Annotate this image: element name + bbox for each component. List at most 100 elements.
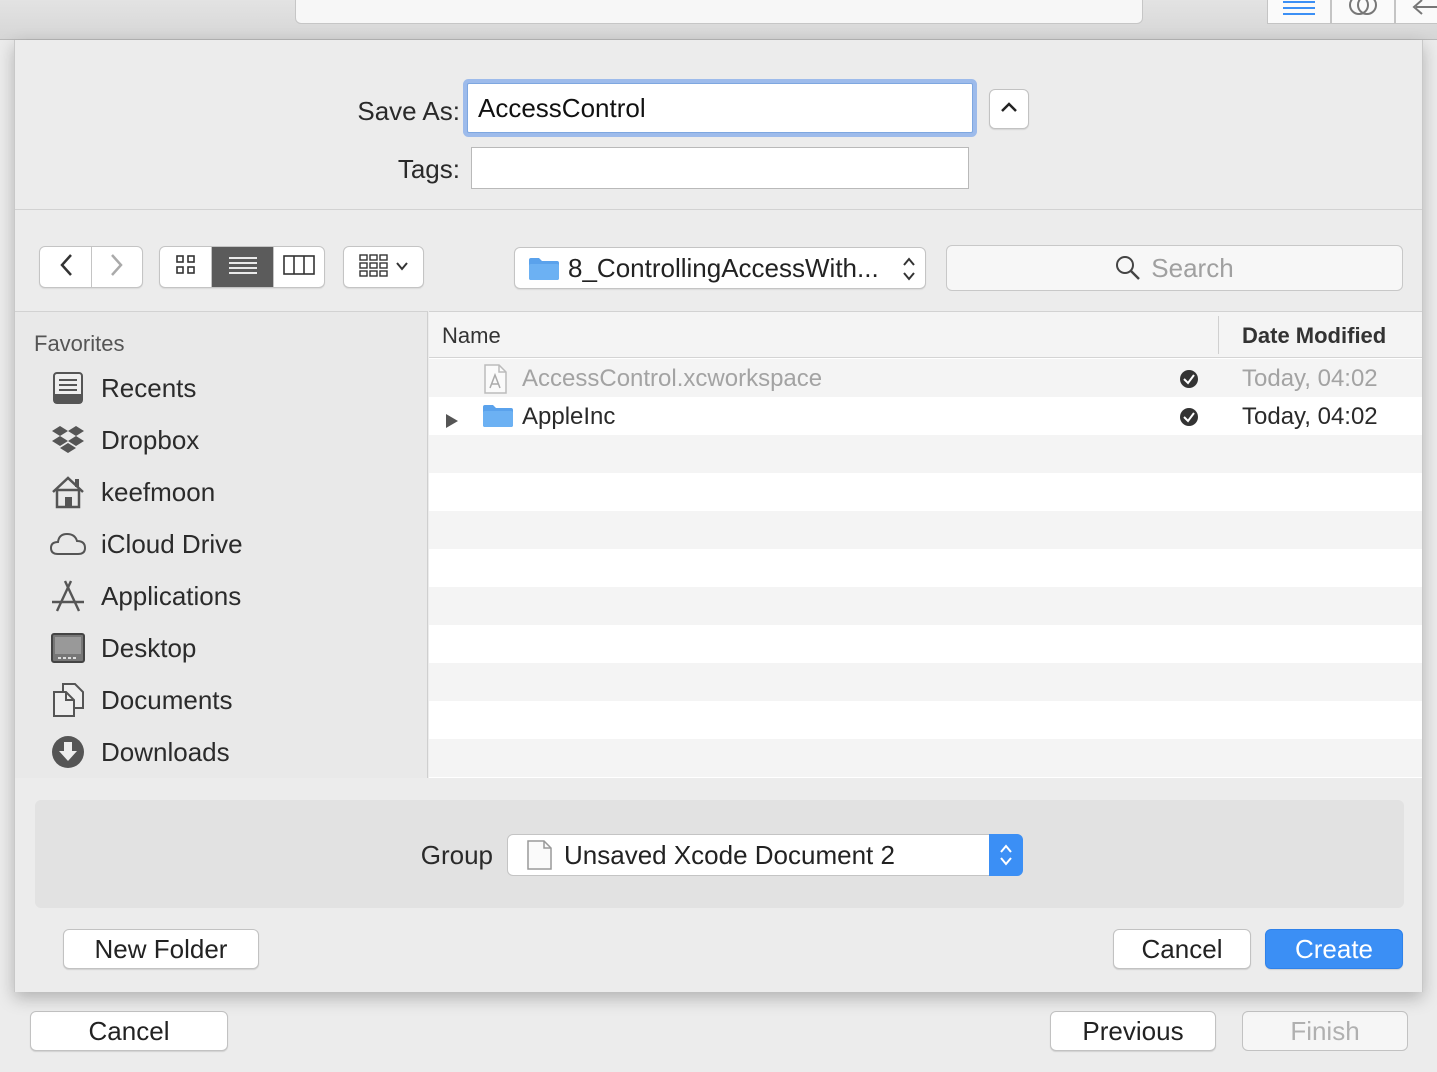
dropbox-icon (49, 421, 87, 459)
chevron-left-icon (59, 253, 73, 282)
sidebar-item-label: Applications (101, 580, 242, 611)
file-list: Name Date Modified AccessControl.xcworks… (429, 311, 1422, 778)
assistant-editor-icon (1345, 0, 1381, 23)
version-editor-button[interactable] (1395, 0, 1437, 24)
recents-icon (49, 369, 87, 407)
tags-label: Tags: (397, 154, 460, 184)
table-row[interactable]: AccessControl.xcworkspace Today, 04:02 (429, 359, 1422, 397)
sidebar-item-label: Desktop (101, 632, 197, 663)
background-window-toolbar (0, 0, 1437, 40)
forward-button[interactable] (92, 247, 142, 287)
cloud-icon (49, 525, 87, 563)
wizard-previous-button[interactable]: Previous (1050, 1011, 1216, 1051)
wizard-finish-button[interactable]: Finish (1242, 1011, 1408, 1051)
sidebar-item-keefmoon[interactable]: keefmoon (49, 472, 409, 512)
new-folder-button[interactable]: New Folder (63, 929, 259, 969)
folder-icon (482, 402, 514, 435)
chevron-up-icon (1000, 100, 1018, 118)
cancel-button[interactable]: Cancel (1113, 929, 1251, 969)
sidebar-heading: Favorites (34, 331, 125, 356)
row-stripe (429, 587, 1422, 625)
sidebar-item-label: Documents (101, 684, 233, 715)
file-name: AppleInc (522, 403, 616, 430)
accessory-panel: Group Unsaved Xcode Document 2 (35, 800, 1404, 908)
location-popup[interactable]: 8_ControllingAccessWith... (514, 247, 926, 289)
desktop-icon (49, 629, 87, 667)
disclosure-triangle-icon[interactable] (445, 408, 459, 436)
downloads-icon (49, 733, 87, 771)
name-column-header[interactable]: Name (442, 323, 501, 349)
tags-field[interactable] (471, 147, 969, 189)
group-label: Group (420, 840, 493, 870)
date-modified-column-header[interactable]: Date Modified (1242, 323, 1386, 349)
list-view-button[interactable] (212, 247, 274, 287)
up-down-arrows-icon (901, 256, 917, 289)
icon-view-button[interactable] (160, 247, 212, 287)
assistant-editor-button[interactable] (1331, 0, 1395, 24)
sidebar-item-applications[interactable]: Applications (49, 576, 409, 616)
arrow-left-icon (1410, 0, 1437, 23)
search-icon (1115, 255, 1141, 281)
sidebar-item-downloads[interactable]: Downloads (49, 732, 409, 772)
search-field[interactable]: Search (946, 245, 1403, 291)
home-icon (49, 473, 87, 511)
standard-editor-button[interactable] (1267, 0, 1331, 24)
group-value: Unsaved Xcode Document 2 (564, 839, 895, 870)
row-stripe (429, 435, 1422, 473)
file-date: Today, 04:02 (1242, 403, 1378, 430)
wizard-footer: Cancel Previous Finish (0, 992, 1437, 1072)
up-down-arrows-icon (989, 834, 1023, 876)
background-activity-field (295, 0, 1143, 24)
documents-icon (49, 681, 87, 719)
navigation-segment (39, 246, 143, 288)
row-stripe (429, 663, 1422, 701)
view-mode-segment (159, 246, 325, 288)
row-stripe (429, 739, 1422, 777)
sidebar: Favorites Recents Dropbox keefmoon iClou… (15, 311, 428, 778)
wizard-cancel-button[interactable]: Cancel (30, 1011, 228, 1051)
sidebar-item-label: Recents (101, 372, 197, 403)
column-view-button[interactable] (274, 247, 324, 287)
document-icon (524, 839, 554, 871)
sidebar-item-label: Downloads (101, 736, 230, 767)
chevron-down-icon (395, 258, 409, 276)
file-date: Today, 04:02 (1242, 365, 1378, 392)
columns-icon (283, 254, 315, 280)
save-sheet: Save As: AccessControl Tags: 8_Controlli… (14, 40, 1423, 992)
chevron-right-icon (110, 253, 124, 282)
checkmark-icon (1179, 406, 1199, 434)
back-button[interactable] (40, 247, 92, 287)
create-button[interactable]: Create (1265, 929, 1403, 969)
sidebar-item-label: keefmoon (101, 476, 216, 507)
file-list-header: Name Date Modified (429, 312, 1422, 358)
arrange-grid-icon (358, 253, 389, 282)
save-as-label: Save As: (357, 96, 460, 126)
table-row[interactable]: AppleInc Today, 04:02 (429, 397, 1422, 435)
xcworkspace-file-icon (482, 364, 508, 401)
standard-editor-icon (1281, 0, 1317, 21)
save-as-value: AccessControl (478, 92, 646, 123)
folder-icon (528, 255, 560, 281)
list-icon (228, 255, 258, 280)
sidebar-item-dropbox[interactable]: Dropbox (49, 420, 409, 460)
location-label: 8_ControllingAccessWith... (568, 252, 879, 283)
group-popup[interactable]: Unsaved Xcode Document 2 (507, 834, 1023, 876)
file-name: AccessControl.xcworkspace (522, 365, 823, 392)
collapse-sheet-button[interactable] (989, 89, 1029, 129)
sidebar-item-label: Dropbox (101, 424, 200, 455)
sidebar-item-icloud-drive[interactable]: iCloud Drive (49, 524, 409, 564)
row-stripe (429, 511, 1422, 549)
sidebar-item-label: iCloud Drive (101, 528, 243, 559)
save-as-field[interactable]: AccessControl (467, 83, 973, 133)
checkmark-icon (1179, 368, 1199, 396)
sidebar-item-documents[interactable]: Documents (49, 680, 409, 720)
arrange-segment (343, 246, 424, 288)
arrange-menu-button[interactable] (344, 247, 423, 287)
save-name-area: Save As: AccessControl Tags: (15, 40, 1422, 210)
search-placeholder: Search (1151, 252, 1234, 283)
sidebar-item-desktop[interactable]: Desktop (49, 628, 409, 668)
column-divider (1218, 316, 1219, 354)
sidebar-item-recents[interactable]: Recents (49, 368, 409, 408)
applications-icon (49, 577, 87, 615)
grid-icon (175, 254, 196, 280)
